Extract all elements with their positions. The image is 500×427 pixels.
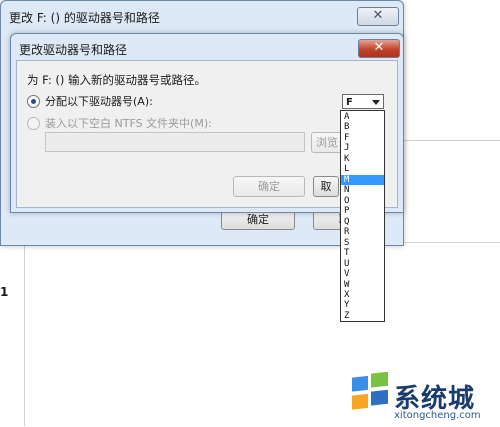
- drive-letter-option[interactable]: U: [341, 259, 384, 269]
- dialog-ok-label: 确定: [258, 180, 280, 193]
- drive-letter-option[interactable]: Q: [341, 217, 384, 227]
- logo-tile: [352, 375, 368, 392]
- drive-letter-dropdown[interactable]: ABFJKLMNOPQRSTUVWXYZ: [340, 110, 385, 323]
- drive-letter-option[interactable]: P: [341, 206, 384, 216]
- drive-letter-option[interactable]: F: [341, 133, 384, 143]
- drive-letter-option[interactable]: N: [341, 185, 384, 195]
- watermark-url: xitongcheng.com: [394, 410, 481, 421]
- browse-label: 浏览: [316, 136, 338, 149]
- assign-letter-radio[interactable]: [27, 95, 40, 108]
- drive-letter-option[interactable]: B: [341, 122, 384, 132]
- drive-letter-option[interactable]: M: [341, 174, 384, 186]
- assign-letter-label: 分配以下驱动器号(A):: [45, 95, 153, 108]
- drive-letter-option[interactable]: V: [341, 269, 384, 279]
- instruction-text: 为 F: () 输入新的驱动器号或路径。: [27, 73, 207, 87]
- drive-letter-option[interactable]: X: [341, 290, 384, 300]
- outer-close-button[interactable]: ✕: [357, 7, 399, 26]
- drive-letter-option[interactable]: S: [341, 238, 384, 248]
- mount-path-input[interactable]: [45, 132, 305, 152]
- dialog-cancel-button[interactable]: 取: [313, 176, 339, 197]
- windows-logo-icon: [352, 372, 388, 410]
- drive-letter-option[interactable]: Z: [341, 311, 384, 321]
- close-icon: ✕: [372, 8, 384, 23]
- drive-letter-option[interactable]: J: [341, 143, 384, 153]
- drive-letter-option[interactable]: W: [341, 280, 384, 290]
- mount-folder-radio[interactable]: [27, 117, 40, 130]
- background-row-number: 1: [0, 285, 9, 299]
- logo-tile: [371, 372, 388, 388]
- drive-letter-select[interactable]: F: [342, 94, 384, 109]
- close-icon: ✕: [373, 40, 385, 55]
- drive-letter-option[interactable]: L: [341, 164, 384, 174]
- dialog-title: 更改驱动器号和路径: [19, 43, 128, 57]
- outer-dialog-title: 更改 F: () 的驱动器号和路径: [9, 11, 160, 25]
- chevron-down-icon: [372, 100, 380, 105]
- drive-letter-option[interactable]: K: [341, 154, 384, 164]
- drive-letter-option[interactable]: T: [341, 248, 384, 258]
- drive-letter-option[interactable]: A: [341, 112, 384, 122]
- outer-ok-label: 确定: [247, 213, 269, 226]
- logo-tile: [352, 393, 368, 410]
- mount-folder-label: 装入以下空白 NTFS 文件夹中(M):: [45, 117, 212, 130]
- drive-letter-option[interactable]: Y: [341, 300, 384, 310]
- dialog-close-button[interactable]: ✕: [358, 39, 400, 58]
- logo-tile: [371, 389, 388, 406]
- drive-letter-option[interactable]: R: [341, 227, 384, 237]
- drive-letter-option[interactable]: O: [341, 196, 384, 206]
- dialog-cancel-label: 取: [320, 180, 332, 193]
- drive-letter-value: F: [346, 97, 353, 108]
- dialog-ok-button[interactable]: 确定: [233, 176, 305, 197]
